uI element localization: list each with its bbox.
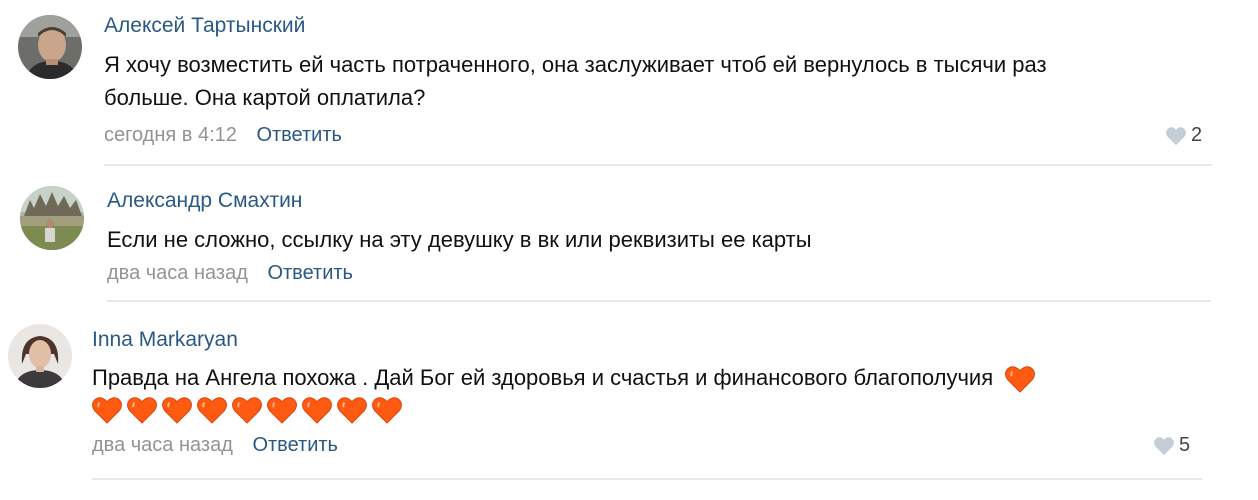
like-button[interactable]: 2 <box>1165 124 1202 147</box>
orange-heart-emoji <box>92 397 122 424</box>
orange-heart-emoji <box>267 397 297 424</box>
avatar[interactable] <box>18 15 82 79</box>
comment-text-line: Если не сложно, ссылку на эту девушку в … <box>107 227 812 252</box>
orange-heart-emoji <box>232 397 262 424</box>
comment-time[interactable]: два часа назад <box>92 434 233 456</box>
comment-text-line: Правда на Ангела похожа . Дай Бог ей здо… <box>92 365 994 390</box>
heart-icon <box>1166 126 1186 145</box>
emoji-row <box>92 396 407 424</box>
divider <box>107 300 1211 302</box>
reply-button[interactable]: Ответить <box>252 434 338 456</box>
orange-heart-emoji <box>337 397 367 424</box>
orange-heart-emoji <box>197 397 227 424</box>
comment-meta: сегодня в 4:12 Ответить <box>104 124 342 147</box>
comment-time[interactable]: два часа назад <box>107 262 248 284</box>
orange-heart-emoji <box>302 397 332 424</box>
divider <box>92 478 1202 480</box>
orange-heart-emoji <box>1005 366 1036 393</box>
like-count: 2 <box>1191 124 1203 146</box>
comments-feed: Алексей Тартынский Я хочу возместить ей … <box>0 0 1258 500</box>
comment-text: Я хочу возместить ей часть потраченного,… <box>104 48 1047 114</box>
avatar[interactable] <box>20 186 84 250</box>
heart-icon <box>1154 436 1174 455</box>
divider <box>104 164 1212 166</box>
comment-author[interactable]: Алексей Тартынский <box>104 14 305 38</box>
orange-heart-emoji <box>162 397 192 424</box>
comment-text-line: Я хочу возместить ей часть потраченного,… <box>104 52 1047 77</box>
orange-heart-emoji <box>127 397 157 424</box>
comment-time[interactable]: сегодня в 4:12 <box>104 124 237 146</box>
comment-author[interactable]: Александр Смахтин <box>107 189 302 213</box>
comment-text: Если не сложно, ссылку на эту девушку в … <box>107 223 812 256</box>
comment-text-line: больше. Она картой оплатила? <box>104 85 426 110</box>
orange-heart-emoji <box>372 397 402 424</box>
avatar[interactable] <box>8 324 72 388</box>
comment-meta: два часа назад Ответить <box>92 434 338 457</box>
comment-author[interactable]: Inna Markaryan <box>92 328 238 352</box>
like-count: 5 <box>1179 434 1191 456</box>
comment-text: Правда на Ангела похожа . Дай Бог ей здо… <box>92 361 1041 394</box>
reply-button[interactable]: Ответить <box>267 262 353 284</box>
reply-button[interactable]: Ответить <box>256 124 342 146</box>
like-button[interactable]: 5 <box>1153 434 1190 457</box>
comment-meta: два часа назад Ответить <box>107 262 353 285</box>
